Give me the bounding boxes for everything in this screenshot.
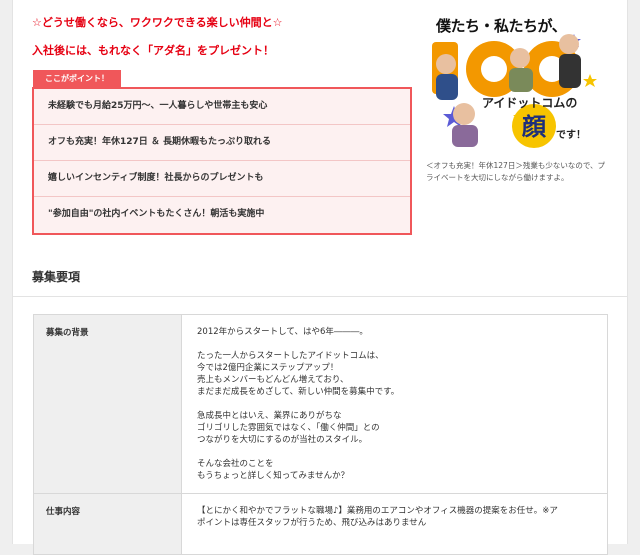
text-line: そんな会社のことを bbox=[197, 459, 274, 469]
text-line: たった一人からスタートしたアイドットコムは、 bbox=[197, 351, 384, 361]
recruit-table: 募集の背景 2012年からスタートして、はや6年―――。 たった一人からスタート… bbox=[33, 314, 608, 555]
desu-text: です！ bbox=[556, 129, 586, 141]
hero-headline: 僕たち・私たちが、 bbox=[436, 17, 567, 35]
row-label: 仕事内容 bbox=[34, 494, 182, 554]
intro-line-1: ☆どうせ働くなら、ワクワクできる楽しい仲間と☆ bbox=[32, 16, 283, 29]
intro-line-2: 入社後には、もれなく「アダ名」をプレゼント！ bbox=[32, 44, 274, 57]
points-tag: ここがポイント！ bbox=[33, 70, 121, 87]
point-item: "参加自由"の社内イベントもたくさん！朝活も実施中 bbox=[48, 209, 265, 219]
text-line: 急成長中とはいえ、業界にありがちな bbox=[197, 411, 342, 421]
table-row: 募集の背景 2012年からスタートして、はや6年―――。 たった一人からスタート… bbox=[34, 315, 607, 494]
text-line: 【とにかく和やかでフラットな職場♪】業務用のエアコンやオフィス機器の提案をお任せ… bbox=[197, 506, 558, 516]
point-item: 嬉しいインセンティブ制度！社長からのプレゼントも bbox=[34, 161, 410, 197]
table-row: 仕事内容 【とにかく和やかでフラットな職場♪】業務用のエアコンやオフィス機器の提… bbox=[34, 494, 607, 555]
text-line: つながりを大切にするのが当社のスタイル。 bbox=[197, 435, 368, 445]
row-content: 【とにかく和やかでフラットな職場♪】業務用のエアコンやオフィス機器の提案をお任せ… bbox=[182, 494, 607, 554]
point-item: 未経験でも月給25万円～、一人暮らしや世帯主も安心 bbox=[34, 89, 410, 125]
row-content: 2012年からスタートして、はや6年―――。 たった一人からスタートしたアイドッ… bbox=[182, 315, 607, 493]
hero-caption: ＜オフも充実！年休127日＞残業も少ないなので、プライベートを大切にしながら働け… bbox=[426, 161, 606, 182]
text-line: ゴリゴリした雰囲気ではなく、「働く仲間」との bbox=[197, 423, 380, 433]
section-divider bbox=[13, 296, 627, 297]
row-label: 募集の背景 bbox=[34, 315, 182, 493]
text-line: ポイントは専任スタッフが行うため、飛び込みはありません bbox=[197, 518, 427, 528]
text-line: まだまだ成長をめざして、新しい仲間を募集中です。 bbox=[197, 387, 400, 397]
recruit-section-title: 募集要項 bbox=[32, 270, 81, 284]
company-text: アイドットコムの bbox=[482, 96, 577, 110]
face-glyph: 顔 bbox=[521, 113, 547, 141]
text-line: もうちょっと詳しく知ってみませんか？ bbox=[197, 471, 350, 481]
point-item: オフも充実！年休127日 ＆ 長期休暇もたっぷり取れる bbox=[34, 125, 410, 161]
text-line: 2012年からスタートして、はや6年―――。 bbox=[197, 327, 368, 337]
text-line: 今では2億円企業にステップアップ！ bbox=[197, 363, 339, 373]
points-box: 未経験でも月給25万円～、一人暮らしや世帯主も安心 オフも充実！年休127日 ＆… bbox=[32, 87, 412, 235]
text-line: 売上もメンバーもどんどん増えており、 bbox=[197, 375, 349, 385]
